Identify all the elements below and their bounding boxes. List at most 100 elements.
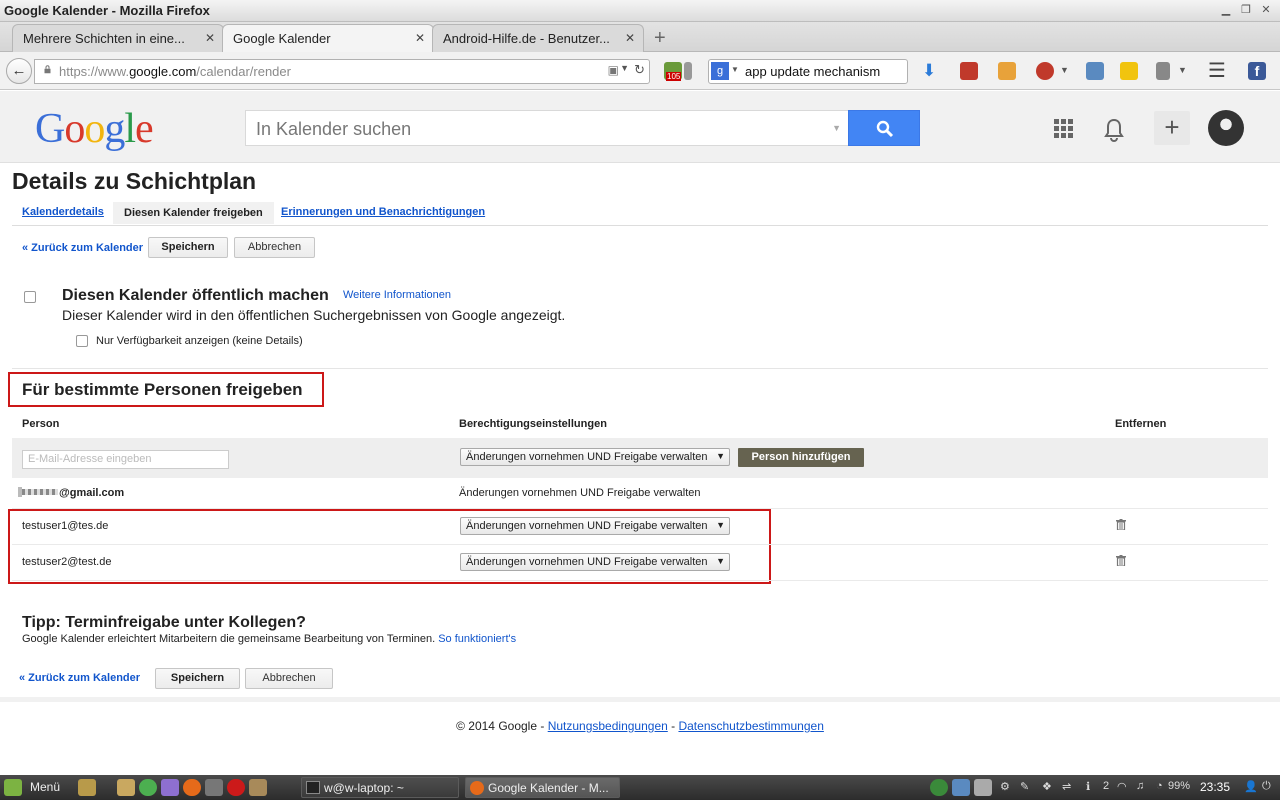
trash-icon[interactable] [1116, 519, 1126, 530]
addon-icon-6[interactable] [1120, 62, 1138, 80]
url-bar[interactable]: https://www.google.com/calendar/render ▣… [34, 59, 650, 84]
identity-icon[interactable]: ▣ [608, 63, 619, 77]
addon-dropdown-icon[interactable]: ▼ [1178, 65, 1187, 75]
owner-permission: Änderungen vornehmen UND Freigabe verwal… [459, 487, 701, 499]
adblock-icon[interactable] [1036, 62, 1054, 80]
new-permission-select[interactable]: Änderungen vornehmen UND Freigabe verwal… [460, 448, 730, 466]
make-public-checkbox[interactable] [24, 291, 36, 303]
browser-search-input[interactable]: g ▼ app update mechanism [708, 59, 908, 84]
tip-text: Google Kalender erleichtert Mitarbeitern… [22, 633, 436, 645]
share-heading: Für bestimmte Personen freigeben [22, 380, 303, 399]
task-firefox[interactable]: Google Kalender - M... [465, 777, 620, 798]
tray-icon[interactable] [930, 779, 948, 796]
chevron-down-icon: ▼ [716, 556, 725, 566]
tab-google-kalender[interactable]: Google Kalender ✕ [222, 24, 434, 53]
privacy-link[interactable]: Datenschutzbestimmungen [678, 719, 823, 733]
url-path: /calendar/render [196, 64, 291, 79]
dropdown-arrow-icon[interactable]: ▼ [620, 63, 629, 73]
google-logo[interactable]: Google [35, 105, 154, 153]
addon-icon-4[interactable] [998, 62, 1016, 80]
search-options-icon[interactable]: ▼ [832, 123, 841, 133]
start-menu-label[interactable]: Menü [30, 780, 60, 794]
user-email: testuser1@tes.de [22, 520, 109, 532]
search-icon [876, 120, 894, 138]
make-public-description: Dieser Kalender wird in den öffentlichen… [62, 307, 566, 323]
tab-diesen-kalender-freigeben[interactable]: Diesen Kalender freigeben [113, 202, 274, 224]
chat-icon[interactable] [161, 779, 179, 796]
tab-android-hilfe[interactable]: Android-Hilfe.de - Benutzer... ✕ [432, 24, 644, 52]
how-it-works-link[interactable]: So funktioniert's [438, 633, 516, 645]
task-terminal[interactable]: w@w-laptop: ~ [301, 777, 459, 798]
app-icon[interactable] [249, 779, 267, 796]
desktop-icon[interactable] [78, 779, 96, 796]
lock-icon [44, 65, 51, 74]
firefox-icon[interactable] [183, 779, 201, 796]
google-search-engine-icon[interactable]: g [711, 62, 729, 80]
network-icon[interactable]: ⇌ [1062, 780, 1071, 793]
close-tab-icon[interactable]: ✕ [415, 31, 425, 45]
footer-separator: - [667, 719, 679, 733]
battery-icon[interactable]: ◔ [1156, 780, 1163, 792]
new-tab-icon[interactable]: + [654, 27, 666, 50]
cancel-button[interactable]: Abbrechen [234, 237, 315, 258]
addon-icon-3[interactable] [960, 62, 978, 80]
adblock-dropdown-icon[interactable]: ▼ [1060, 65, 1069, 75]
search-button[interactable] [848, 110, 920, 146]
email-field[interactable]: E-Mail-Adresse eingeben [22, 450, 229, 469]
clock[interactable]: 23:35 [1200, 780, 1230, 794]
tools-icon[interactable] [205, 779, 223, 796]
files-icon[interactable] [117, 779, 135, 796]
opera-icon[interactable] [227, 779, 245, 796]
mint-menu-icon[interactable] [4, 779, 22, 796]
addon-icon-7[interactable] [1156, 62, 1170, 80]
downloads-icon[interactable]: ⬇ [922, 61, 936, 81]
sound-icon[interactable]: ♫ [1136, 780, 1144, 792]
tab-label: Google Kalender [233, 31, 331, 46]
power-icon[interactable]: ⏻ [1262, 780, 1271, 793]
tab-strip: Mehrere Schichten in eine... ✕ Google Ka… [0, 22, 1280, 53]
task-label: w@w-laptop: ~ [324, 781, 404, 795]
addon-icon-5[interactable] [1086, 62, 1104, 80]
chrome-icon[interactable] [139, 779, 157, 796]
tray-icon[interactable]: ✎ [1020, 780, 1029, 793]
tray-icon[interactable]: ⚙ [1000, 780, 1010, 793]
tab-erinnerungen[interactable]: Erinnerungen und Benachrichtigungen [281, 206, 485, 218]
save-button-bottom[interactable]: Speichern [155, 668, 240, 689]
tab-kalenderdetails[interactable]: Kalenderdetails [22, 206, 104, 218]
info-icon[interactable]: ℹ [1086, 780, 1090, 793]
workspace-number[interactable]: 2 [1103, 780, 1109, 792]
tray-icon[interactable] [974, 779, 992, 796]
back-to-calendar-link-bottom[interactable]: « Zurück zum Kalender [19, 672, 140, 684]
apps-grid-icon[interactable] [1054, 119, 1074, 139]
notifications-bell-icon[interactable] [1102, 117, 1126, 143]
user-icon[interactable]: 👤 [1244, 780, 1258, 793]
more-info-link[interactable]: Weitere Informationen [343, 289, 451, 301]
tray-icon[interactable] [952, 779, 970, 796]
avatar[interactable] [1208, 110, 1244, 146]
wifi-icon[interactable]: ◠ [1117, 780, 1127, 793]
terms-link[interactable]: Nutzungsbedingungen [548, 719, 668, 733]
addon-icon-2[interactable] [684, 62, 692, 80]
add-person-button[interactable]: Person hinzufügen [738, 448, 864, 467]
tab-mehrere-schichten[interactable]: Mehrere Schichten in eine... ✕ [12, 24, 224, 52]
close-window-icon[interactable]: ✕ [1258, 2, 1274, 18]
menu-icon[interactable]: ☰ [1208, 58, 1226, 83]
close-tab-icon[interactable]: ✕ [205, 31, 215, 45]
maximize-icon[interactable]: ❐ [1238, 2, 1254, 18]
minimize-icon[interactable]: ▁ [1218, 2, 1234, 18]
user-permission-select[interactable]: Änderungen vornehmen UND Freigabe verwal… [460, 553, 730, 571]
cancel-button-bottom[interactable]: Abbrechen [245, 668, 333, 689]
user-permission-select[interactable]: Änderungen vornehmen UND Freigabe verwal… [460, 517, 730, 535]
copyright: © 2014 Google - [456, 719, 548, 733]
save-button[interactable]: Speichern [148, 237, 228, 258]
calendar-search-input[interactable]: In Kalender suchen ▼ [245, 110, 849, 146]
back-to-calendar-link[interactable]: « Zurück zum Kalender [22, 242, 143, 254]
share-plus-button[interactable]: + [1154, 111, 1190, 145]
reload-icon[interactable]: ↻ [634, 62, 645, 78]
back-button[interactable]: ← [6, 58, 32, 84]
close-tab-icon[interactable]: ✕ [625, 31, 635, 45]
dropbox-icon[interactable]: ❖ [1042, 780, 1052, 793]
availability-only-checkbox[interactable] [76, 335, 88, 347]
trash-icon[interactable] [1116, 555, 1126, 566]
facebook-icon[interactable]: f [1248, 62, 1266, 80]
